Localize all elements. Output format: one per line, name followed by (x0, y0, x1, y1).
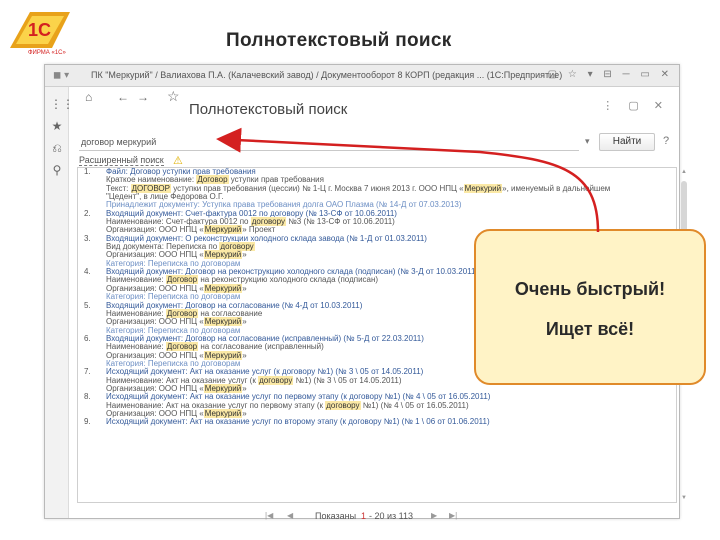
result-title-link[interactable]: Исходящий документ: Акт на оказание услу… (106, 418, 676, 426)
result-text: №3 (№ 13-СФ от 10.06.2011) (285, 217, 395, 227)
app-menu-icon[interactable]: ◼ ▾ (53, 70, 69, 81)
result-text: », именуемый в дальнейшем (502, 183, 611, 193)
window-title: ПК "Меркурий" / Валиахова П.А. (Калачевс… (91, 70, 563, 80)
callout-line-fast: Очень быстрый! (514, 279, 666, 299)
result-text: » (242, 283, 247, 293)
find-button[interactable]: Найти (599, 133, 655, 151)
result-number: 8. (84, 392, 91, 402)
pager-current: 1 (361, 511, 367, 521)
slide-title: Полнотекстовый поиск (226, 30, 452, 51)
next-page-icon[interactable]: ▶ (431, 511, 437, 520)
svg-text:1С: 1С (28, 20, 51, 40)
help-button[interactable]: ? (663, 135, 669, 147)
home-icon[interactable]: ⌂ (85, 90, 92, 104)
pager: |◀ ◀ Показаны 1 - 20 из 113 ▶ ▶| (69, 511, 681, 525)
result-item[interactable]: 9. Исходящий документ: Акт на оказание ус… (78, 417, 676, 427)
apps-grid-icon[interactable]: ⋮⋮ (50, 97, 74, 111)
scroll-down-icon[interactable]: ▼ (680, 495, 688, 501)
result-number: 2. (84, 208, 91, 218)
result-item[interactable]: 1. Файл: Договор уступки прав требования К… (78, 168, 676, 210)
result-number: 6. (84, 333, 91, 343)
pager-range: - 20 из 113 (369, 511, 414, 521)
left-panel: ⋮⋮ ★ ⎌ ⚲ (45, 87, 74, 518)
callout-line-finds-all: Ищет всё! (545, 319, 635, 339)
search-input[interactable] (79, 133, 579, 151)
first-page-icon[interactable]: |◀ (265, 511, 273, 520)
form-controls[interactable]: ⋮ ▢ ✕ (602, 99, 669, 112)
chevron-down-icon[interactable]: ▾ (585, 136, 590, 147)
callout-box: Очень быстрый! Ищет всё! (474, 229, 706, 385)
match-highlight: договору (258, 375, 294, 385)
favorite-star-icon[interactable]: ☆ (167, 88, 180, 105)
back-arrow-icon[interactable]: ← (117, 90, 129, 104)
result-text: на согласование (исправленный) (198, 342, 324, 352)
window-controls[interactable]: ▢ ☆ ▾ ⊟ ─ ▭ ✕ (548, 69, 673, 80)
advanced-search-link[interactable]: Расширенный поиск (79, 155, 164, 166)
result-number: 4. (84, 267, 91, 277)
search-row: ▾ Найти ? (79, 133, 677, 153)
result-text: №1) (№ 3 \ 05 от 14.05.2011) (293, 375, 402, 385)
result-number: 1. (84, 167, 91, 176)
forward-arrow-icon[interactable]: → (137, 90, 149, 104)
result-text: » (242, 350, 247, 360)
result-number: 7. (84, 367, 91, 377)
result-text: Исходящий документ: Акт на оказание услу… (106, 417, 490, 427)
pager-label: Показаны (315, 511, 357, 521)
form-title: Полнотекстовый поиск (189, 101, 348, 118)
warning-icon: ⚠ (173, 155, 183, 167)
result-text: » (242, 250, 247, 260)
window-titlebar: ◼ ▾ ПК "Меркурий" / Валиахова П.А. (Кала… (45, 65, 679, 87)
result-item[interactable]: 8. Исходящий документ: Акт на оказание ус… (78, 392, 676, 418)
last-page-icon[interactable]: ▶| (449, 511, 457, 520)
result-number: 5. (84, 300, 91, 310)
match-highlight: договору (325, 400, 361, 410)
scroll-up-icon[interactable]: ▲ (680, 169, 688, 175)
search-icon[interactable]: ⚲ (50, 163, 64, 177)
prev-page-icon[interactable]: ◀ (287, 511, 293, 520)
history-icon[interactable]: ⎌ (50, 141, 64, 155)
result-text: №1) (№ 4 \ 05 от 16.05.2011) (360, 400, 469, 410)
result-text: » (242, 317, 247, 327)
company-logo: 1С ФИРМА «1С» (8, 8, 78, 56)
svg-text:ФИРМА «1С»: ФИРМА «1С» (28, 50, 66, 56)
result-number: 9. (84, 417, 91, 427)
match-highlight: Меркурий (463, 183, 503, 193)
result-number: 3. (84, 233, 91, 243)
favorites-star-icon[interactable]: ★ (50, 119, 64, 133)
